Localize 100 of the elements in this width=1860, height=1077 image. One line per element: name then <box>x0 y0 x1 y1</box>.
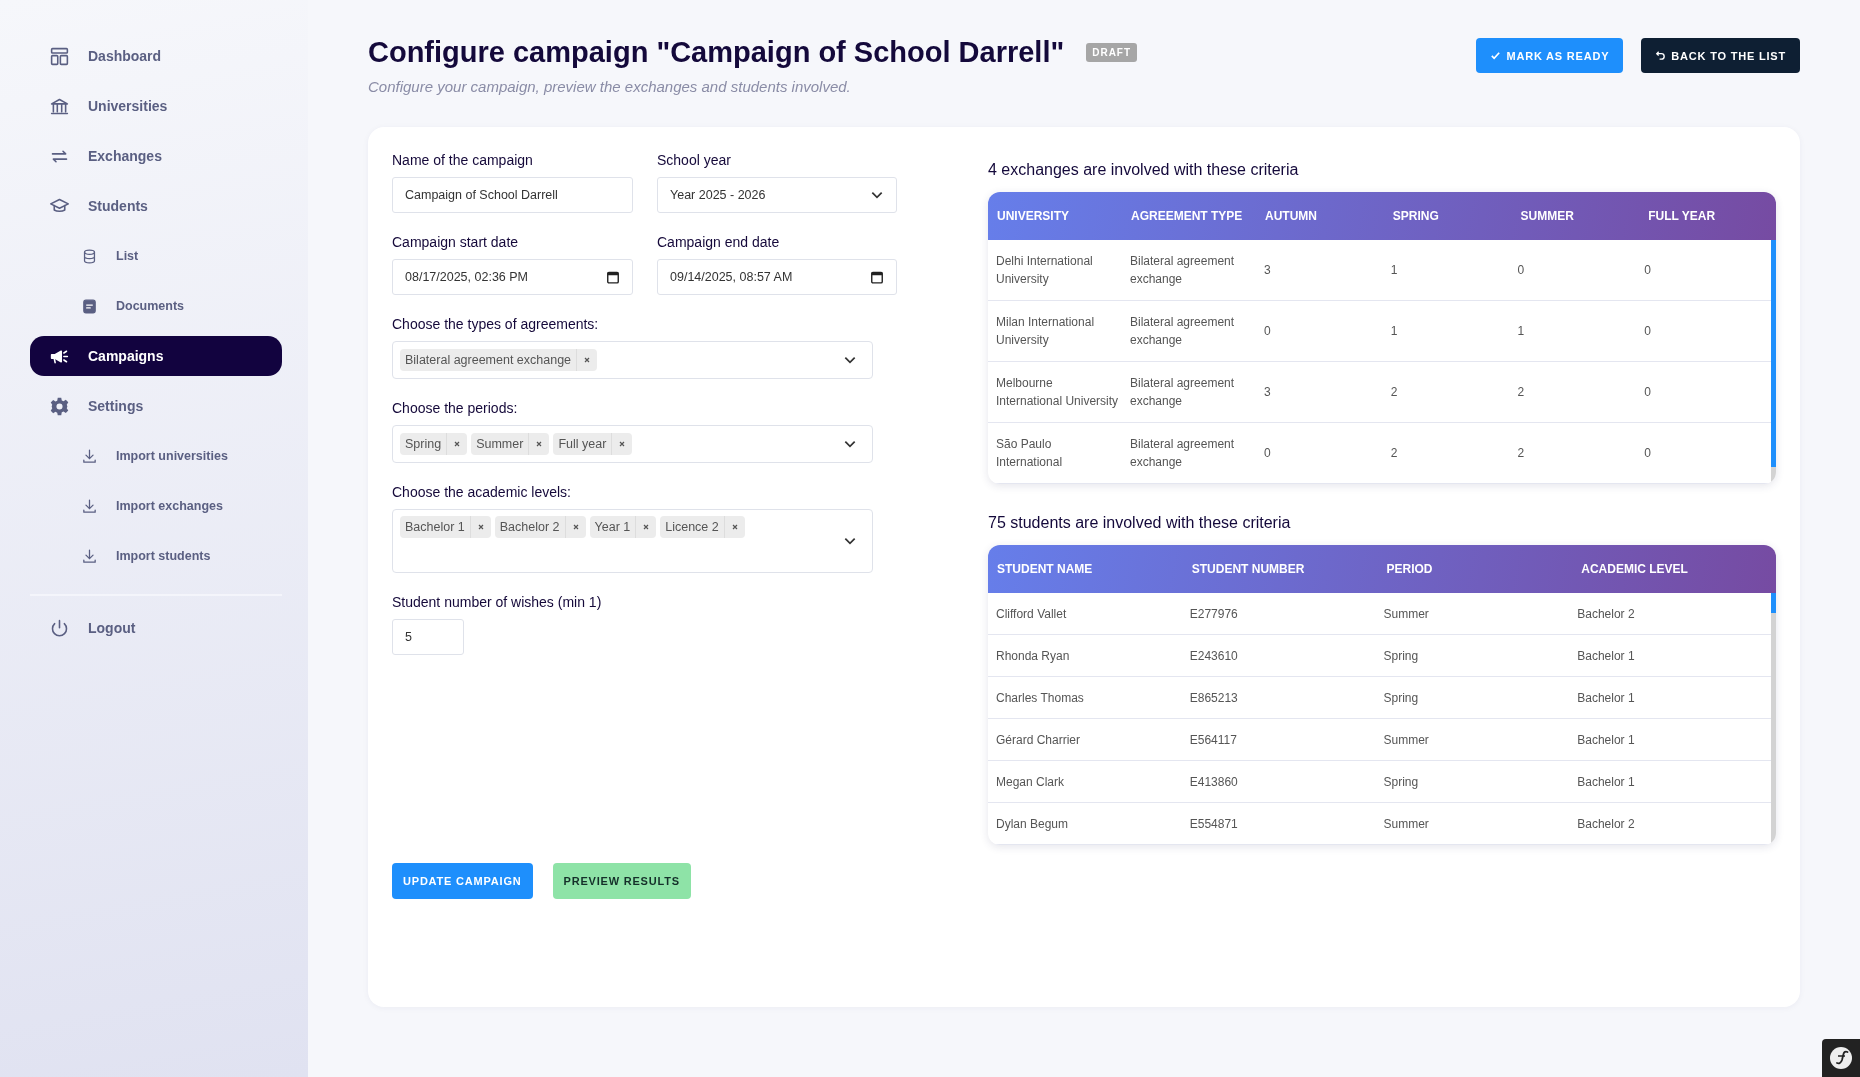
multi-select[interactable]: Bachelor 1 Bachelor 2 Year 1 Licence 2 <box>392 509 873 573</box>
table-cell-text: Spring <box>1383 647 1420 665</box>
sidebar-item[interactable]: Students <box>30 186 282 226</box>
table-cell-text: 2 <box>1390 445 1399 462</box>
mark-ready-button[interactable]: MARK AS READY <box>1476 38 1624 73</box>
field-label: Name of the campaign <box>392 152 534 168</box>
table-cell-text: 0 <box>1517 262 1526 279</box>
table-cell-text: Bachelor 2 <box>1577 815 1636 833</box>
field-label: Student number of wishes (min 1) <box>392 594 603 610</box>
column-header: FULL YEAR <box>1648 209 1717 223</box>
table-cell-text: Spring <box>1383 689 1420 707</box>
field-label: Choose the types of agreements: <box>392 316 600 332</box>
field-label: School year <box>657 152 732 168</box>
table-cell-text: 0 <box>1644 323 1652 340</box>
tag-chip: Bachelor 1 <box>400 516 491 538</box>
table-cell-text: 0 <box>1264 323 1272 340</box>
table-cell-text: Summer <box>1383 731 1430 749</box>
table-cell-text: Bachelor 1 <box>1577 731 1636 749</box>
table-cell-text: 0 <box>1264 445 1272 462</box>
multi-select[interactable]: Bilateral agreement exchange <box>392 341 873 379</box>
end-date-input[interactable]: 09/14/2025, 08:57 AM <box>657 259 897 295</box>
field-label: Campaign start date <box>392 234 520 250</box>
table-cell-text: Bilateral agreement exchange <box>1130 314 1236 349</box>
tag-chip: Licence 2 <box>660 516 745 538</box>
tag-chip: Bachelor 2 <box>494 516 586 538</box>
table-cell-text: Rhonda Ryan <box>996 647 1071 665</box>
multi-select[interactable]: Spring Summer Full year <box>392 425 873 463</box>
table-cell-text: Charles Thomas <box>996 689 1085 707</box>
sidebar-item[interactable]: Universities <box>30 86 282 126</box>
column-header: SUMMER <box>1520 209 1575 223</box>
sidebar-item[interactable]: Settings <box>30 386 282 426</box>
table-cell-text: Melbourne International University <box>996 375 1120 410</box>
field-label: Choose the academic levels: <box>392 484 572 500</box>
table-cell-text: Dylan Begum <box>996 815 1070 833</box>
table-cell-text: Spring <box>1383 773 1420 791</box>
school-year-select[interactable]: Year 2025 - 2026 <box>657 177 897 213</box>
tag-chip: Summer <box>471 433 550 455</box>
table-cell-text: 1 <box>1390 323 1399 340</box>
field-label: Choose the periods: <box>392 400 519 416</box>
tag-chip: Bilateral agreement exchange <box>400 349 598 371</box>
sidebar-item[interactable]: Import exchanges <box>30 486 282 526</box>
sidebar-item[interactable]: List <box>30 236 282 276</box>
table-cell-text: 0 <box>1644 384 1652 401</box>
table-cell-text: 3 <box>1264 262 1272 279</box>
column-header: AUTUMN <box>1265 209 1318 223</box>
sidebar-item[interactable]: Campaigns <box>30 336 282 376</box>
table-cell-text: E865213 <box>1189 689 1239 707</box>
table-cell-text: Bachelor 1 <box>1577 773 1636 791</box>
table-cell-text: E277976 <box>1189 605 1239 623</box>
table-cell-text: Megan Clark <box>996 773 1066 791</box>
table-cell-text: E413860 <box>1189 773 1239 791</box>
table-cell-text: E554871 <box>1189 815 1239 833</box>
sidebar-item[interactable]: Import students <box>30 536 282 576</box>
tag-chip: Full year <box>553 433 633 455</box>
table-cell-text: 0 <box>1644 262 1652 279</box>
table-cell-text: Bachelor 1 <box>1577 689 1636 707</box>
table-cell-text: São Paulo International <box>996 436 1064 471</box>
page-subtitle: Configure your campaign, preview the exchanges and students involved. <box>368 78 852 95</box>
start-date-input[interactable]: 08/17/2025, 02:36 PM <box>392 259 633 295</box>
table-cell-text: 2 <box>1517 384 1526 401</box>
column-header: SPRING <box>1392 209 1440 223</box>
preview-results-button[interactable]: PREVIEW RESULTS <box>552 863 691 899</box>
sidebar-item[interactable]: Dashboard <box>30 36 282 76</box>
table-cell-text: Gérard Charrier <box>996 731 1082 749</box>
table-cell-text: 1 <box>1390 262 1399 279</box>
tag-chip: Year 1 <box>589 516 657 538</box>
table-cell-text: 2 <box>1517 445 1526 462</box>
update-campaign-button[interactable]: UPDATE CAMPAIGN <box>392 863 533 899</box>
wishes-number-input[interactable]: 5 <box>392 619 464 655</box>
column-header: STUDENT NUMBER <box>1191 562 1306 576</box>
status-badge: DRAFT <box>1086 43 1138 62</box>
section-heading: 4 exchanges are involved with these criteria <box>988 161 1300 179</box>
sidebar-item[interactable]: Import universities <box>30 436 282 476</box>
campaign-name-input[interactable]: Campaign of School Darrell <box>392 177 633 213</box>
column-header: PERIOD <box>1386 562 1434 576</box>
table-cell-text: 1 <box>1517 323 1526 340</box>
sidebar-item[interactable]: Documents <box>30 286 282 326</box>
column-header: AGREEMENT TYPE <box>1131 209 1244 223</box>
table-cell-text: Bachelor 2 <box>1577 605 1636 623</box>
table-cell-text: Delhi International University <box>996 253 1094 288</box>
table-cell-text: Bilateral agreement exchange <box>1130 375 1236 410</box>
table-cell-text: Clifford Vallet <box>996 605 1068 623</box>
table-cell-text: 0 <box>1644 445 1652 462</box>
table-cell-text: E564117 <box>1189 731 1238 749</box>
section-heading: 75 students are involved with these criteria <box>988 514 1292 532</box>
logout-link[interactable]: Logout <box>30 608 282 648</box>
sidebar-item[interactable]: Exchanges <box>30 136 282 176</box>
column-header: STUDENT NAME <box>997 562 1094 576</box>
back-button[interactable]: BACK TO THE LIST <box>1641 38 1800 73</box>
table-cell-text: 2 <box>1390 384 1399 401</box>
field-label: Campaign end date <box>657 234 781 250</box>
table-cell-text: Bilateral agreement exchange <box>1130 253 1236 288</box>
page-title: Configure campaign "Campaign of School Darrell" <box>368 36 1065 69</box>
table-cell-text: Summer <box>1383 815 1430 833</box>
table-cell-text: Bachelor 1 <box>1577 647 1636 665</box>
tag-chip: Spring <box>400 433 468 455</box>
table-cell-text: Bilateral agreement exchange <box>1130 436 1236 471</box>
table-cell-text: Milan International University <box>996 314 1096 349</box>
table-cell-text: E243610 <box>1189 647 1239 665</box>
column-header: ACADEMIC LEVEL <box>1581 562 1689 576</box>
